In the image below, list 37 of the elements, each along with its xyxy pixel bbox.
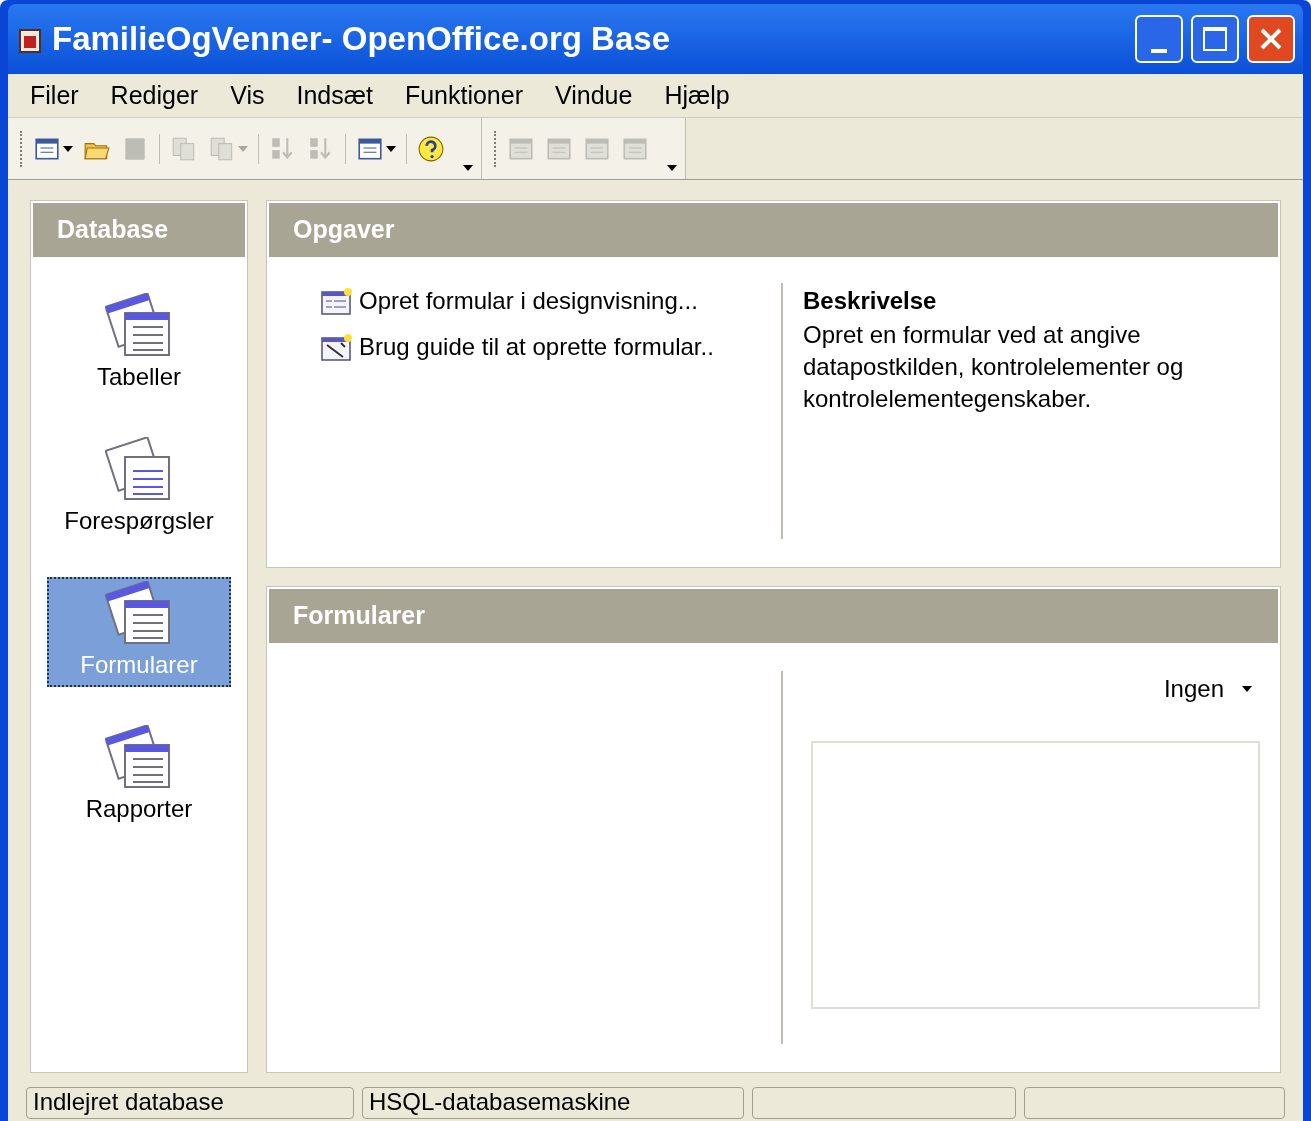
menu-item[interactable]: Hjælp xyxy=(664,76,730,115)
overflow-arrow-icon[interactable] xyxy=(463,165,473,171)
tables-icon xyxy=(105,293,173,359)
sidebar-item[interactable]: Tabeller xyxy=(47,289,231,399)
task-link[interactable]: Opret formular i designvisning... xyxy=(321,283,781,319)
minimize-button[interactable] xyxy=(1135,15,1183,63)
dropdown-arrow-icon[interactable] xyxy=(386,145,396,152)
menu-item[interactable]: Rediger xyxy=(110,76,199,115)
menu-item[interactable]: Indsæt xyxy=(296,76,373,115)
preview-dropdown[interactable]: Ingen xyxy=(1163,671,1260,707)
dropdown-arrow-icon[interactable] xyxy=(63,145,73,152)
queries-icon xyxy=(105,437,173,503)
overflow-arrow-icon[interactable] xyxy=(667,165,677,171)
menu-item[interactable]: Vindue xyxy=(555,76,633,115)
sidebar-item[interactable]: Rapporter xyxy=(47,721,231,831)
reports-icon xyxy=(105,725,173,791)
status-field: HSQL-databasemaskine xyxy=(362,1087,744,1119)
description-text: Opret en formular ved at angive datapostkilden, kontrolelementer og kontrolelementegenskaber. xyxy=(803,320,1185,414)
wizard-icon xyxy=(321,333,353,361)
menu-item[interactable]: Funktioner xyxy=(404,76,523,115)
task-link[interactable]: Brug guide til at oprette formular.. xyxy=(321,329,781,365)
maximize-button[interactable] xyxy=(1191,15,1239,63)
window-title: FamilieOgVenner- OpenOffice.org Base xyxy=(52,19,671,60)
close-icon xyxy=(1258,26,1284,52)
menu-item[interactable]: Vis xyxy=(230,76,265,115)
sidebar-item[interactable]: Forespørgsler xyxy=(47,433,231,543)
close-button[interactable] xyxy=(1247,15,1295,63)
panel-header: Opgaver xyxy=(269,203,1278,257)
dropdown-arrow-icon xyxy=(1242,686,1252,692)
forms-icon xyxy=(105,581,173,647)
panel-header: Formularer xyxy=(269,589,1278,643)
form-design-icon xyxy=(321,287,353,315)
status-field: Indlejret database xyxy=(26,1087,354,1119)
description-title: Beskrivelse xyxy=(803,286,938,316)
help-icon[interactable] xyxy=(417,134,445,163)
panel-header: Database xyxy=(33,203,245,257)
menu-item[interactable]: Filer xyxy=(30,76,79,115)
